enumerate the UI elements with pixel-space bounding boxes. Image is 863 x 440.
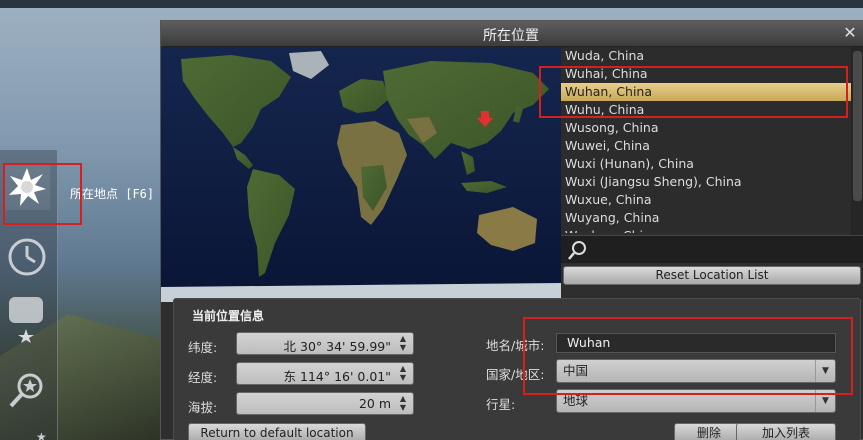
spin-down-icon[interactable]: ▼ bbox=[395, 373, 411, 382]
altitude-label: 海拔: bbox=[188, 400, 218, 415]
city-list-item[interactable]: Wuxi (Jiangsu Sheng), China bbox=[561, 173, 851, 191]
sky-view-button[interactable] bbox=[4, 294, 50, 343]
date-time-button[interactable] bbox=[4, 234, 50, 280]
longitude-value: 东 114° 16' 0.01" bbox=[283, 369, 391, 384]
search-star-icon bbox=[9, 373, 43, 408]
planet-value: 地球 bbox=[563, 393, 589, 408]
city-list-item[interactable]: Wusong, China bbox=[561, 119, 851, 137]
longitude-spinbox[interactable]: 东 114° 16' 0.01" ▲ ▼ bbox=[236, 362, 414, 385]
city-list-item[interactable]: Wuzhou, China bbox=[561, 227, 851, 233]
spin-up-icon[interactable]: ▲ bbox=[395, 334, 411, 343]
return-default-location-button[interactable]: Return to default location bbox=[188, 423, 366, 440]
reset-location-list-button[interactable]: Reset Location List bbox=[563, 266, 861, 285]
clock-icon bbox=[8, 238, 46, 276]
sky-viewing-icon bbox=[9, 297, 43, 343]
scrollbar-thumb[interactable] bbox=[853, 51, 862, 201]
world-map[interactable] bbox=[161, 47, 561, 302]
search-icon bbox=[568, 241, 586, 260]
add-to-list-button[interactable]: 加入列表 bbox=[736, 423, 836, 440]
city-list-item[interactable]: Wuda, China bbox=[561, 47, 851, 65]
search-window-button[interactable] bbox=[4, 368, 50, 414]
delete-button[interactable]: 删除 bbox=[674, 423, 744, 440]
location-tooltip: 所在地点 [F6] bbox=[70, 187, 155, 201]
highlight-box-location-fields bbox=[523, 317, 853, 395]
altitude-spinbox[interactable]: 20 m ▲ ▼ bbox=[236, 392, 414, 415]
latitude-spinbox[interactable]: 北 30° 34' 59.99" ▲ ▼ bbox=[236, 332, 414, 355]
world-map-image bbox=[161, 47, 561, 302]
highlight-box-toolbar bbox=[3, 163, 82, 225]
spin-down-icon[interactable]: ▼ bbox=[395, 403, 411, 412]
latitude-label: 纬度: bbox=[188, 340, 218, 355]
star-glyph-icon: ★ bbox=[36, 430, 47, 440]
highlight-box-city-list bbox=[539, 66, 848, 118]
dialog-title: 所在位置 bbox=[483, 28, 539, 44]
sky-top-strip bbox=[0, 0, 863, 8]
city-list-item[interactable]: Wuxi (Hunan), China bbox=[561, 155, 851, 173]
altitude-value: 20 m bbox=[358, 396, 391, 411]
current-location-title: 当前位置信息 bbox=[192, 309, 265, 323]
city-list-scrollbar[interactable] bbox=[851, 47, 863, 237]
spin-up-icon[interactable]: ▲ bbox=[395, 364, 411, 373]
planet-label: 行星: bbox=[486, 397, 516, 412]
city-list-item[interactable]: Wuxue, China bbox=[561, 191, 851, 209]
spin-down-icon[interactable]: ▼ bbox=[395, 343, 411, 352]
city-search-row bbox=[561, 235, 863, 263]
city-search-input[interactable] bbox=[591, 240, 851, 260]
city-list-item[interactable]: Wuyang, China bbox=[561, 209, 851, 227]
city-list-item[interactable]: Wuwei, China bbox=[561, 137, 851, 155]
longitude-label: 经度: bbox=[188, 370, 218, 385]
spin-up-icon[interactable]: ▲ bbox=[395, 394, 411, 403]
dialog-titlebar[interactable]: 所在位置 ✕ bbox=[161, 21, 863, 47]
latitude-value: 北 30° 34' 59.99" bbox=[283, 339, 391, 354]
close-icon[interactable]: ✕ bbox=[842, 25, 858, 41]
